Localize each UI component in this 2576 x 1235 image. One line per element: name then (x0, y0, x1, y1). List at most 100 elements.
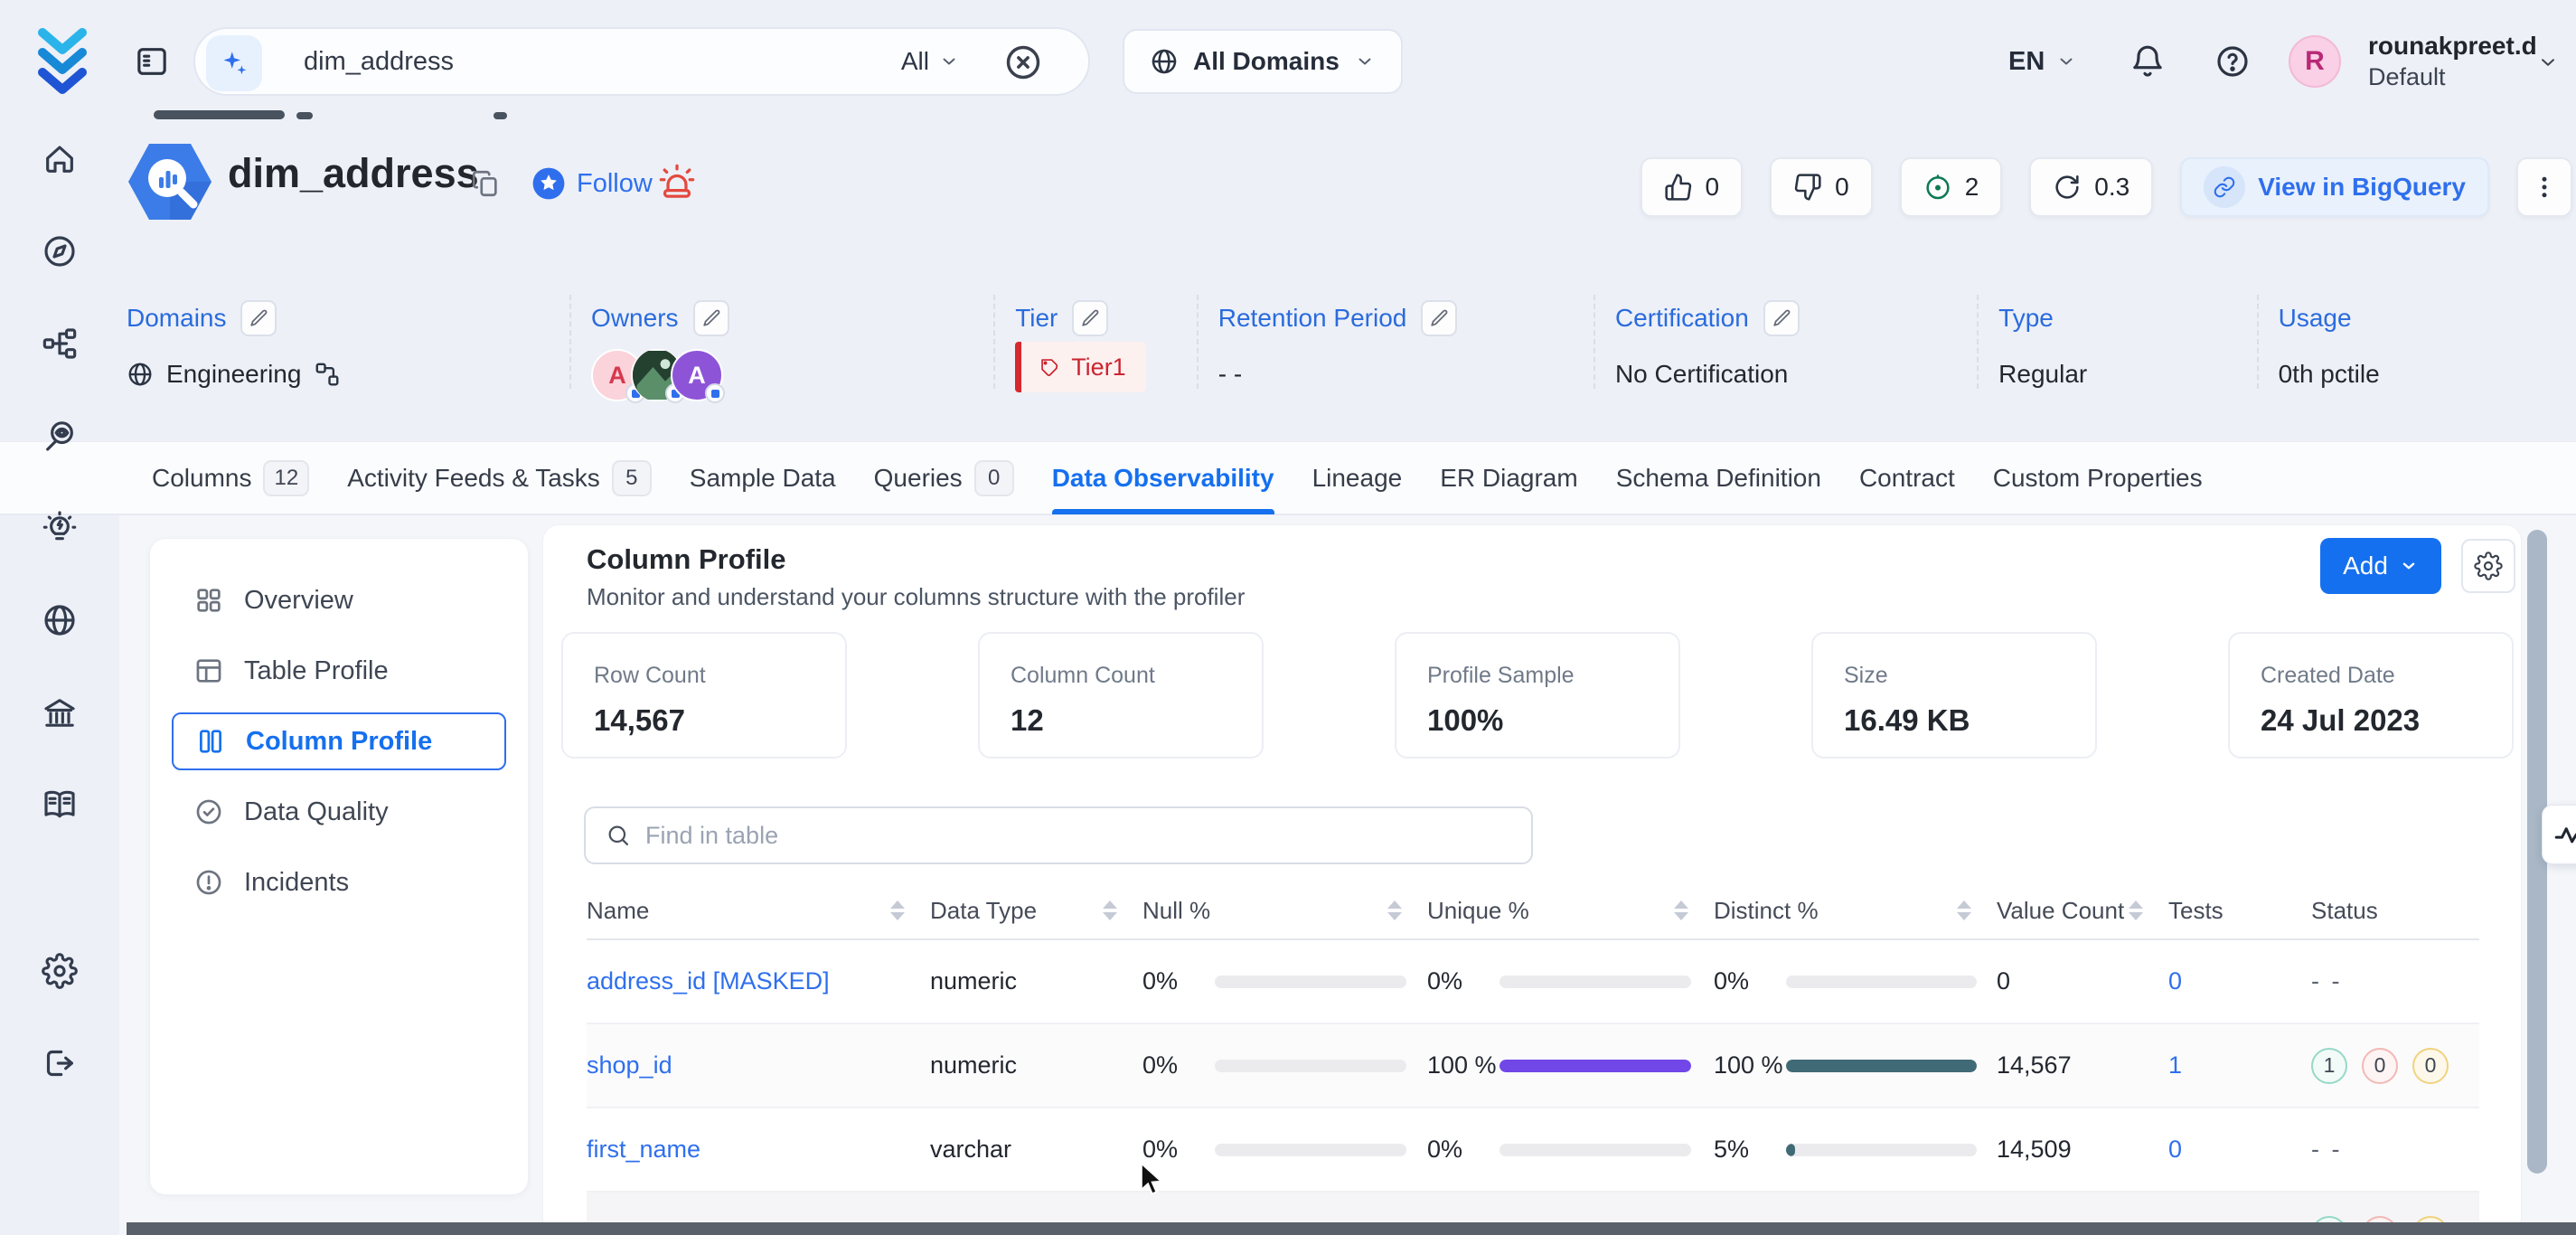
column-header-tests: Tests (2168, 897, 2311, 925)
more-options-button[interactable] (2516, 157, 2572, 217)
sort-carets-icon[interactable] (1387, 900, 1402, 920)
value-count: 14,567 (1997, 1051, 2168, 1079)
downvote-button[interactable]: 0 (1770, 157, 1873, 217)
openmetadata-logo-icon[interactable] (29, 22, 96, 101)
table-search-input[interactable] (645, 822, 1511, 850)
tab-columns[interactable]: Columns12 (152, 442, 309, 514)
profiler-nav-incidents[interactable]: Incidents (172, 853, 506, 911)
rail-item-govern[interactable] (38, 691, 81, 734)
rail-item-domains[interactable] (38, 599, 81, 642)
column-header-data-type[interactable]: Data Type (930, 897, 1142, 925)
copy-name-icon[interactable] (470, 168, 501, 199)
follow-button[interactable]: Follow (531, 166, 653, 201)
logout-icon (42, 1045, 78, 1081)
search-query-text[interactable]: dim_address (304, 29, 454, 94)
tests-link[interactable]: 1 (2168, 1051, 2311, 1079)
chevron-down-icon (1354, 51, 1376, 72)
activity-float-widget[interactable] (2542, 805, 2576, 864)
column-header-value-count[interactable]: Value Count (1997, 897, 2168, 925)
horizontal-scrollbar[interactable] (127, 1222, 2576, 1235)
followers-button[interactable]: 2 (1900, 157, 2003, 217)
global-search-bar[interactable]: dim_address All (193, 27, 1090, 96)
language-selector[interactable]: EN (2008, 0, 2077, 123)
view-in-bigquery-button[interactable]: View in BigQuery (2180, 157, 2489, 217)
tier-tag: Tier1 (1015, 342, 1146, 392)
column-header-null-[interactable]: Null % (1142, 897, 1427, 925)
rail-item-explore[interactable] (38, 230, 81, 273)
profiler-nav-column-profile[interactable]: Column Profile (172, 712, 506, 770)
edit-tier-button[interactable] (1072, 300, 1108, 336)
profiler-settings-button[interactable] (2461, 539, 2515, 593)
column-name-link[interactable]: first_name (587, 1136, 930, 1164)
tab-sample-data[interactable]: Sample Data (690, 442, 836, 514)
tab-data-observability[interactable]: Data Observability (1052, 442, 1274, 514)
chevron-down-icon[interactable] (2536, 51, 2560, 74)
columns-icon (195, 726, 226, 757)
sort-carets-icon[interactable] (1957, 900, 1971, 920)
notifications-bell-icon[interactable] (2129, 43, 2166, 80)
profiler-nav-data-quality[interactable]: Data Quality (172, 783, 506, 841)
domain-link[interactable]: Engineering (166, 360, 301, 389)
table-header-row: NameData TypeNull %Unique %Distinct %Val… (587, 882, 2479, 940)
sidebar-toggle-icon[interactable] (134, 43, 170, 80)
domains-label: Domains (127, 304, 226, 333)
help-icon[interactable] (2214, 43, 2251, 80)
sort-carets-icon[interactable] (1674, 900, 1688, 920)
table-search[interactable] (584, 806, 1533, 864)
tab-schema-definition[interactable]: Schema Definition (1616, 442, 1821, 514)
column-header-unique-[interactable]: Unique % (1427, 897, 1714, 925)
column-name-link[interactable]: address_id [MASKED] (587, 967, 930, 995)
retention-label: Retention Period (1218, 304, 1407, 333)
lineage-icon (42, 325, 78, 362)
rail-item-logout[interactable] (38, 1042, 81, 1085)
edit-certification-button[interactable] (1763, 300, 1800, 336)
type-value: Regular (1998, 360, 2087, 389)
edit-owners-button[interactable] (693, 300, 729, 336)
explore-icon (42, 233, 78, 269)
owner-avatars: AA (591, 349, 1015, 401)
metadata-owners: Owners AA (591, 278, 1015, 401)
edit-domains-button[interactable] (240, 300, 277, 336)
rail-item-insights[interactable] (38, 506, 81, 550)
sort-carets-icon[interactable] (2129, 900, 2143, 920)
profile-summary-cards: Row Count14,567Column Count12Profile Sam… (561, 632, 2514, 759)
tab-er-diagram[interactable]: ER Diagram (1440, 442, 1577, 514)
edit-retention-button[interactable] (1421, 300, 1457, 336)
rail-item-settings[interactable] (38, 949, 81, 993)
rail-item-observability[interactable] (38, 414, 81, 457)
external-link-icon (2204, 166, 2245, 208)
app-window: dim_address All All Domains EN R roun (0, 0, 2576, 1235)
upvote-button[interactable]: 0 (1641, 157, 1744, 217)
tab-activity-feeds-tasks[interactable]: Activity Feeds & Tasks5 (347, 442, 652, 514)
clear-search-icon[interactable] (1003, 42, 1043, 82)
owner-avatar[interactable]: A (671, 349, 723, 401)
tab-queries[interactable]: Queries0 (874, 442, 1014, 514)
rail-item-glossary[interactable] (38, 783, 81, 826)
add-button[interactable]: Add (2320, 538, 2441, 594)
column-header-status: Status (2311, 897, 2479, 925)
user-menu[interactable]: rounakpreet.d Default (2368, 30, 2537, 93)
rail-item-lineage[interactable] (38, 322, 81, 365)
tab-contract[interactable]: Contract (1859, 442, 1955, 514)
profiler-nav-overview[interactable]: Overview (172, 571, 506, 629)
sort-carets-icon[interactable] (890, 900, 905, 920)
tab-lineage[interactable]: Lineage (1312, 442, 1403, 514)
rail-item-home[interactable] (38, 137, 81, 181)
user-avatar[interactable]: R (2289, 35, 2341, 88)
column-name-link[interactable]: shop_id (587, 1051, 930, 1079)
tests-link[interactable]: 0 (2168, 967, 2311, 995)
percentage-bar (1786, 1060, 1977, 1072)
search-scope-dropdown[interactable]: All (901, 29, 960, 94)
profiler-nav-table-profile[interactable]: Table Profile (172, 642, 506, 700)
column-header-name[interactable]: Name (587, 897, 930, 925)
domain-filter-button[interactable]: All Domains (1123, 29, 1403, 94)
tab-custom-properties[interactable]: Custom Properties (1993, 442, 2203, 514)
sort-carets-icon[interactable] (1103, 900, 1117, 920)
column-header-distinct-[interactable]: Distinct % (1714, 897, 1997, 925)
column-data-type: varchar (930, 1136, 1142, 1164)
percentage-bar (1786, 1144, 1977, 1156)
tests-link[interactable]: 0 (2168, 1136, 2311, 1164)
column-data-type: numeric (930, 967, 1142, 995)
globe-icon (1150, 47, 1179, 76)
version-button[interactable]: 0.3 (2029, 157, 2153, 217)
